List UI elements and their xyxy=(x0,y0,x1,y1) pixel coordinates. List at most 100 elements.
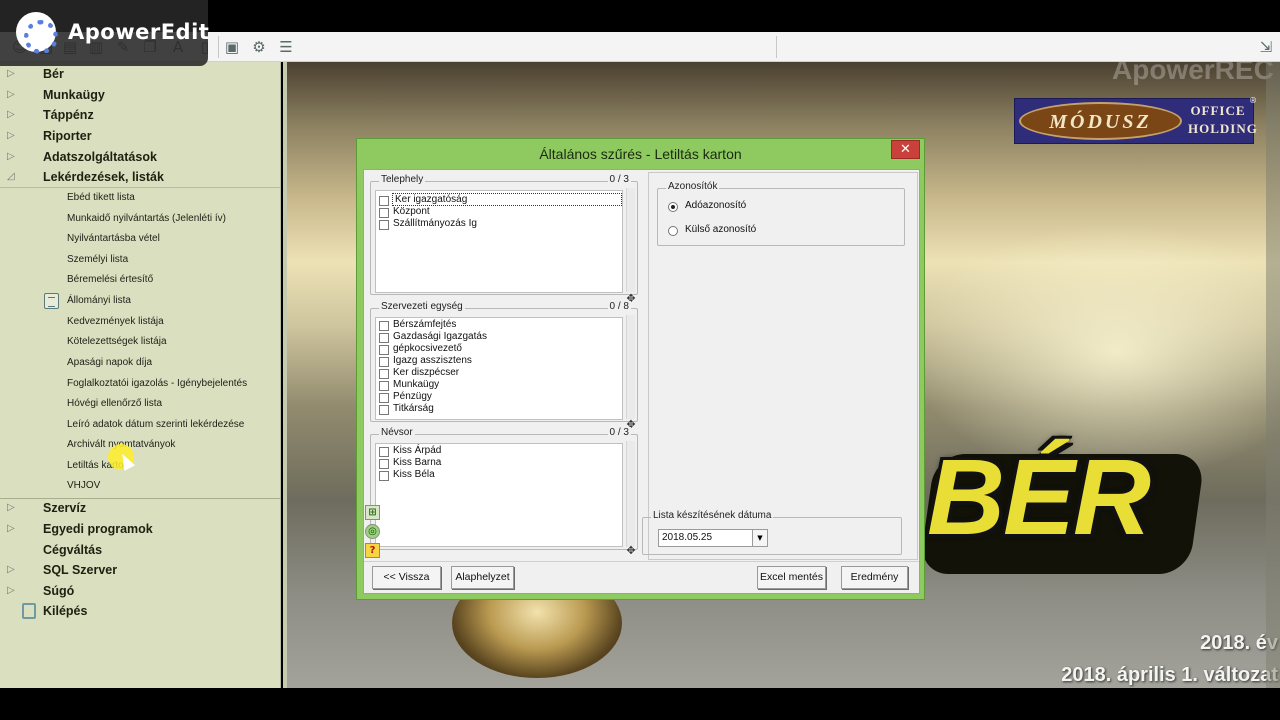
checkbox[interactable] xyxy=(379,345,389,355)
sidebar-item-lekerdezesek[interactable]: ◿ Lekérdezések, listák xyxy=(0,168,281,188)
sidebar-subitem[interactable]: Állományi lista xyxy=(67,295,131,306)
result-button[interactable]: Eredmény xyxy=(841,566,908,589)
sidebar-item-label: Súgó xyxy=(43,584,75,598)
sidebar-subitem[interactable]: Foglalkoztatói igazolás - Igénybejelenté… xyxy=(67,378,247,389)
sidebar-subitem[interactable]: Ebéd tikett lista xyxy=(67,192,135,203)
filter-dialog: Általános szűrés - Letiltás karton ✕ Tel… xyxy=(356,138,925,600)
sidebar-subitem[interactable]: Munkaidő nyilvántartás (Jelenléti ív) xyxy=(67,213,226,224)
exit-icon[interactable]: ⇲ xyxy=(1256,37,1276,57)
checkbox[interactable] xyxy=(379,381,389,391)
checkbox[interactable] xyxy=(379,459,389,469)
checkbox[interactable] xyxy=(379,333,389,343)
sidebar-subitem[interactable]: Hóvégi ellenőrző lista xyxy=(67,398,162,409)
expand-arrow-icon[interactable]: ▷ xyxy=(7,585,15,596)
reset-button[interactable]: Alaphelyzet xyxy=(451,566,514,589)
list-item-label: Kiss Barna xyxy=(393,457,442,468)
help-icon[interactable]: ? xyxy=(365,543,380,558)
sidebar-subitem[interactable]: Apasági napok díja xyxy=(67,357,152,368)
szervezeti-legend: Szervezeti egység xyxy=(379,301,465,312)
database-icon[interactable]: ☰ xyxy=(276,37,296,57)
telephely-group: Telephely 0 / 3 Ker igazgatóság Központ … xyxy=(370,174,638,295)
sidebar-item-egyedi-programok[interactable]: ▷ Egyedi programok xyxy=(0,520,281,540)
szervezeti-scrollbar[interactable] xyxy=(626,315,635,419)
expand-arrow-icon[interactable]: ▷ xyxy=(7,564,15,575)
radio-button[interactable] xyxy=(668,202,678,212)
sidebar-item-sugo[interactable]: ▷ Súgó xyxy=(0,582,281,602)
sidebar-item-szerviz[interactable]: ▷ Szervíz xyxy=(0,499,281,519)
collapse-arrow-icon[interactable]: ◿ xyxy=(7,171,15,182)
sidebar-subitem[interactable]: Leíró adatok dátum szerinti lekérdezése xyxy=(67,419,244,430)
sidebar-item-tappenz[interactable]: ▷ Táppénz xyxy=(0,106,281,126)
sidebar-item-munkaugy[interactable]: ▷ Munkaügy xyxy=(0,86,281,106)
list-item[interactable]: Titkárság xyxy=(379,403,619,416)
list-item[interactable]: Szállítmányozás Ig xyxy=(379,218,619,231)
date-value: 2018.05.25 xyxy=(662,532,713,543)
checkbox[interactable] xyxy=(379,357,389,367)
szervezeti-group: Szervezeti egység 0 / 8 Bérszámfejtés Ga… xyxy=(370,301,638,422)
list-item[interactable]: Kiss Béla xyxy=(379,469,619,482)
sidebar-subitem[interactable]: Nyilvántartásba vétel xyxy=(67,233,160,244)
checkbox[interactable] xyxy=(379,405,389,415)
szervezeti-list[interactable]: Bérszámfejtés Gazdasági Igazgatás gépkoc… xyxy=(375,317,623,420)
recorder-watermark: ApowerREC xyxy=(1112,62,1274,85)
list-item-label: Ker igazgatóság xyxy=(392,193,622,206)
sidebar-item-riporter[interactable]: ▷ Riporter xyxy=(0,127,281,147)
nevsor-group: Névsor 0 / 3 Kiss Árpád Kiss Barna Kiss … xyxy=(370,427,638,550)
sidebar-menu: ▷ Bér ▷ Munkaügy ▷ Táppénz ▷ Riporter ▷ … xyxy=(0,62,281,688)
chevron-down-icon[interactable]: ▼ xyxy=(752,530,767,546)
checkbox[interactable] xyxy=(379,447,389,457)
sidebar-subitem[interactable]: Személyi lista xyxy=(67,254,128,265)
gear-icon[interactable]: ⚙ xyxy=(249,37,269,57)
sidebar-item-ber[interactable]: ▷ Bér xyxy=(0,65,281,85)
szervezeti-count: 0 / 8 xyxy=(607,301,631,312)
checkbox[interactable] xyxy=(379,220,389,230)
checkbox[interactable] xyxy=(379,393,389,403)
radio-button[interactable] xyxy=(668,226,678,236)
sidebar-item-sql-szerver[interactable]: ▷ SQL Szerver xyxy=(0,561,281,581)
list-item-label: Kiss Béla xyxy=(393,469,435,480)
save-icon[interactable]: ▣ xyxy=(222,37,242,57)
excel-save-button[interactable]: Excel mentés xyxy=(757,566,826,589)
list-item-label: Ker diszpécser xyxy=(393,367,460,378)
dialog-button-row: << Vissza Alaphelyzet Excel mentés Eredm… xyxy=(364,561,919,593)
radio-label: Külső azonosító xyxy=(685,224,757,235)
telephely-list[interactable]: Ker igazgatóság Központ Szállítmányozás … xyxy=(375,190,623,293)
sidebar-subitem[interactable]: Kötelezettségek listája xyxy=(67,336,167,347)
sidebar-subitem[interactable]: Kedvezmények listája xyxy=(67,316,164,327)
version-text: 2018. április 1. változat xyxy=(1061,664,1278,686)
expand-arrow-icon[interactable]: ▷ xyxy=(7,89,15,100)
sidebar-subitem[interactable]: VHJOV xyxy=(67,480,100,491)
list-item-label: Titkárság xyxy=(393,403,434,414)
checkbox[interactable] xyxy=(379,321,389,331)
sidebar-subitem[interactable]: Béremelési értesítő xyxy=(67,274,153,285)
date-combobox[interactable]: 2018.05.25 ▼ xyxy=(658,529,768,547)
checkbox[interactable] xyxy=(379,369,389,379)
expand-plus-icon[interactable]: ✥ xyxy=(626,545,636,556)
close-button[interactable]: ✕ xyxy=(891,140,920,159)
tree-filter-icon[interactable]: ⊞ xyxy=(365,505,380,520)
expand-arrow-icon[interactable]: ▷ xyxy=(7,130,15,141)
background-scrollbar xyxy=(1266,62,1280,688)
toolbar-separator xyxy=(776,36,777,58)
sidebar-item-kilepes[interactable]: Kilépés xyxy=(0,602,281,622)
nevsor-list[interactable]: Kiss Árpád Kiss Barna Kiss Béla xyxy=(375,443,623,547)
back-button[interactable]: << Vissza xyxy=(372,566,441,589)
telephely-scrollbar[interactable] xyxy=(626,188,635,292)
expand-arrow-icon[interactable]: ▷ xyxy=(7,68,15,79)
sidebar-item-adatszolgaltatasok[interactable]: ▷ Adatszolgáltatások xyxy=(0,148,281,168)
checkbox[interactable] xyxy=(379,471,389,481)
expand-arrow-icon[interactable]: ▷ xyxy=(7,109,15,120)
expand-arrow-icon[interactable]: ▷ xyxy=(7,523,15,534)
sidebar-item-cegvaltas[interactable]: Cégváltás xyxy=(0,541,281,561)
dialog-body: Telephely 0 / 3 Ker igazgatóság Központ … xyxy=(363,169,920,594)
target-icon[interactable]: ◎ xyxy=(365,524,380,539)
nevsor-scrollbar[interactable] xyxy=(626,441,635,547)
right-options-panel: Azonosítók Adóazonosító Külső azonosító … xyxy=(642,172,918,560)
sidebar-item-label: Cégváltás xyxy=(43,543,103,557)
checkbox[interactable] xyxy=(379,196,389,206)
logo-office-text: OFFICE xyxy=(1190,103,1246,118)
expand-arrow-icon[interactable]: ▷ xyxy=(7,502,15,513)
sidebar-item-label: Munkaügy xyxy=(43,88,105,102)
checkbox[interactable] xyxy=(379,208,389,218)
expand-arrow-icon[interactable]: ▷ xyxy=(7,151,15,162)
